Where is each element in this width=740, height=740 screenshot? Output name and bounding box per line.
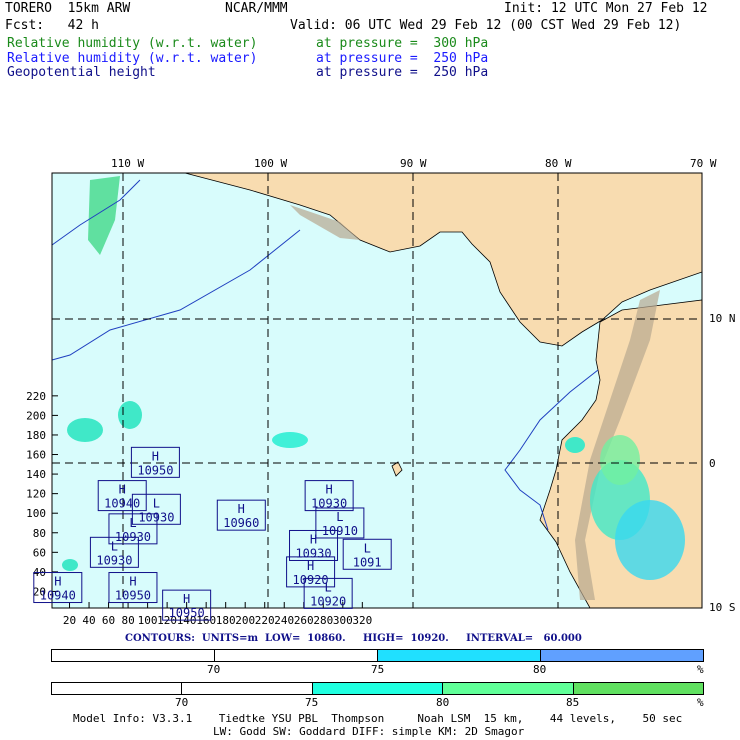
colorbar-segment [52, 683, 183, 694]
svg-text:L: L [364, 541, 371, 555]
colorbar2-label: 75 [305, 696, 319, 709]
model-info-line1: Model Info: V3.3.1 Tiedtke YSU PBL Thomp… [73, 712, 683, 725]
svg-text:L: L [336, 510, 343, 524]
svg-text:10940: 10940 [104, 497, 140, 511]
colorbar2-label: 70 [175, 696, 189, 709]
x-tick-label: 80 [121, 614, 134, 627]
svg-text:H: H [119, 483, 126, 497]
weather-map: 20 40 60 80 100 120 140 160 180 200 220 240 260 280 30… [26, 172, 703, 627]
svg-text:10950: 10950 [169, 606, 205, 620]
colorbar-rh-250 [51, 649, 704, 662]
y-tick-label: 140 [26, 468, 46, 481]
x-tick-label: 280 [313, 614, 333, 627]
colorbar-segment [378, 650, 541, 661]
svg-text:10920: 10920 [293, 573, 329, 587]
lat-label-10n: 10 N [709, 312, 736, 325]
svg-text:10920: 10920 [310, 594, 346, 608]
lat-label-10s: 10 S [709, 601, 736, 614]
x-tick-label: 260 [294, 614, 314, 627]
colorbar-segment [573, 683, 704, 694]
svg-text:L: L [111, 539, 118, 553]
y-tick-label: 100 [26, 507, 46, 520]
svg-text:10950: 10950 [115, 589, 151, 603]
svg-text:H: H [129, 575, 136, 589]
x-tick-label: 180 [216, 614, 236, 627]
colorbar-segment [182, 683, 313, 694]
colorbar-segment [443, 683, 574, 694]
svg-text:10930: 10930 [311, 497, 347, 511]
y-tick-label: 200 [26, 409, 46, 422]
colorbar-segment [215, 650, 378, 661]
colorbar2-label: 85 [566, 696, 580, 709]
colorbar-rh-300 [51, 682, 704, 695]
svg-text:H: H [54, 575, 61, 589]
lat-label-0: 0 [709, 457, 716, 470]
lon-label-100w: 100 W [254, 157, 288, 170]
colorbar-segment [312, 683, 444, 694]
y-tick-label: 60 [33, 546, 46, 559]
y-tick-label: 180 [26, 429, 46, 442]
y-tick-label: 220 [26, 390, 46, 403]
y-tick-label: 80 [33, 527, 46, 540]
lon-label-110w: 110 W [111, 157, 145, 170]
svg-text:L: L [153, 496, 160, 510]
lon-label-90w: 90 W [400, 157, 427, 170]
svg-text:1091: 1091 [353, 555, 382, 569]
svg-text:H: H [326, 483, 333, 497]
colorbar1-label: 70 [207, 663, 221, 676]
svg-text:H: H [310, 532, 317, 546]
x-tick-label: 300 [333, 614, 353, 627]
x-tick-label: 100 [138, 614, 158, 627]
y-tick-label: 120 [26, 488, 46, 501]
svg-text:10960: 10960 [223, 516, 259, 530]
x-tick-label: 60 [102, 614, 115, 627]
colorbar-segment [541, 650, 703, 661]
svg-text:H: H [238, 502, 245, 516]
svg-text:H: H [307, 559, 314, 573]
svg-text:L: L [129, 516, 136, 530]
x-tick-label: 320 [352, 614, 372, 627]
contour-info: CONTOURS: UNITS=m LOW= 10860. HIGH= 1092… [125, 633, 582, 644]
svg-text:10910: 10910 [322, 524, 358, 538]
colorbar-segment [52, 650, 215, 661]
svg-text:10930: 10930 [138, 510, 174, 524]
x-tick-label: 40 [82, 614, 95, 627]
y-tick-label: 160 [26, 449, 46, 462]
svg-text:10950: 10950 [137, 463, 173, 477]
lon-label-80w: 80 W [545, 157, 572, 170]
x-tick-label: 240 [274, 614, 294, 627]
x-tick-label: 20 [63, 614, 76, 627]
colorbar1-label: % [697, 663, 704, 676]
lon-label-70w: 70 W [690, 157, 717, 170]
colorbar2-label: % [697, 696, 704, 709]
svg-text:H: H [152, 449, 159, 463]
colorbar1-label: 75 [371, 663, 385, 676]
svg-text:H: H [183, 592, 190, 606]
x-tick-label: 220 [255, 614, 275, 627]
svg-text:10940: 10940 [40, 589, 76, 603]
svg-text:10930: 10930 [96, 553, 132, 567]
colorbar2-label: 80 [436, 696, 450, 709]
model-info-line2: LW: Godd SW: Goddard DIFF: simple KM: 2D… [213, 725, 525, 738]
svg-text:L: L [325, 580, 332, 594]
x-tick-label: 200 [235, 614, 255, 627]
colorbar1-label: 80 [533, 663, 547, 676]
